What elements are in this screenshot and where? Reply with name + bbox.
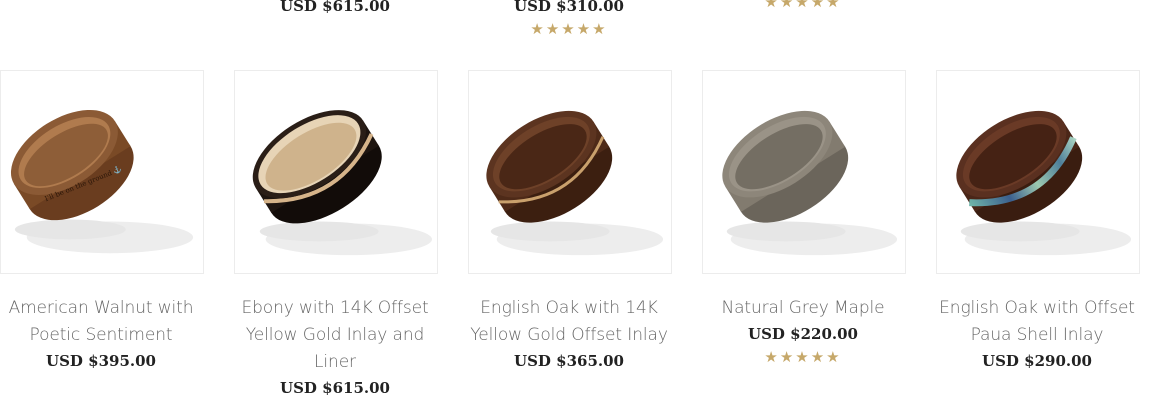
product-price: USD $220.00 <box>748 325 858 343</box>
product-price: USD $615.00 <box>280 379 390 397</box>
product-image-american-walnut[interactable]: I'll be on the ground ⚓ <box>0 70 204 274</box>
product-title[interactable]: English Oak with 14K <box>452 295 686 322</box>
product-title[interactable]: Ebony with 14K Offset <box>218 295 452 322</box>
ring-image <box>486 110 664 256</box>
ring-image <box>956 110 1132 256</box>
ring-image: I'll be on the ground ⚓ <box>10 109 194 254</box>
star-rating: ★★★★★ <box>764 0 842 11</box>
product-title[interactable]: American Walnut with <box>0 295 218 322</box>
product-title[interactable]: English Oak with Offset <box>920 295 1154 322</box>
product-title[interactable]: Paua Shell Inlay <box>920 322 1154 349</box>
product-price: USD $615.00 <box>280 0 390 15</box>
star-rating: ★★★★★ <box>764 348 842 366</box>
ring-image <box>722 110 898 256</box>
product-title[interactable]: Liner <box>218 349 452 376</box>
product-price: USD $310.00 <box>514 0 624 15</box>
product-title[interactable]: Natural Grey Maple <box>686 295 920 322</box>
ring-image <box>252 110 433 256</box>
product-title[interactable]: Poetic Sentiment <box>0 322 218 349</box>
product-image-english-oak-paua[interactable] <box>936 70 1140 274</box>
product-price: USD $395.00 <box>46 352 156 370</box>
product-price: USD $365.00 <box>514 352 624 370</box>
product-price: USD $290.00 <box>982 352 1092 370</box>
product-title[interactable]: Yellow Gold Inlay and <box>218 322 452 349</box>
product-image-grey-maple[interactable] <box>702 70 906 274</box>
product-image-english-oak-gold[interactable] <box>468 70 672 274</box>
star-rating: ★★★★★ <box>530 20 608 38</box>
product-image-ebony[interactable] <box>234 70 438 274</box>
product-title[interactable]: Yellow Gold Offset Inlay <box>452 322 686 349</box>
